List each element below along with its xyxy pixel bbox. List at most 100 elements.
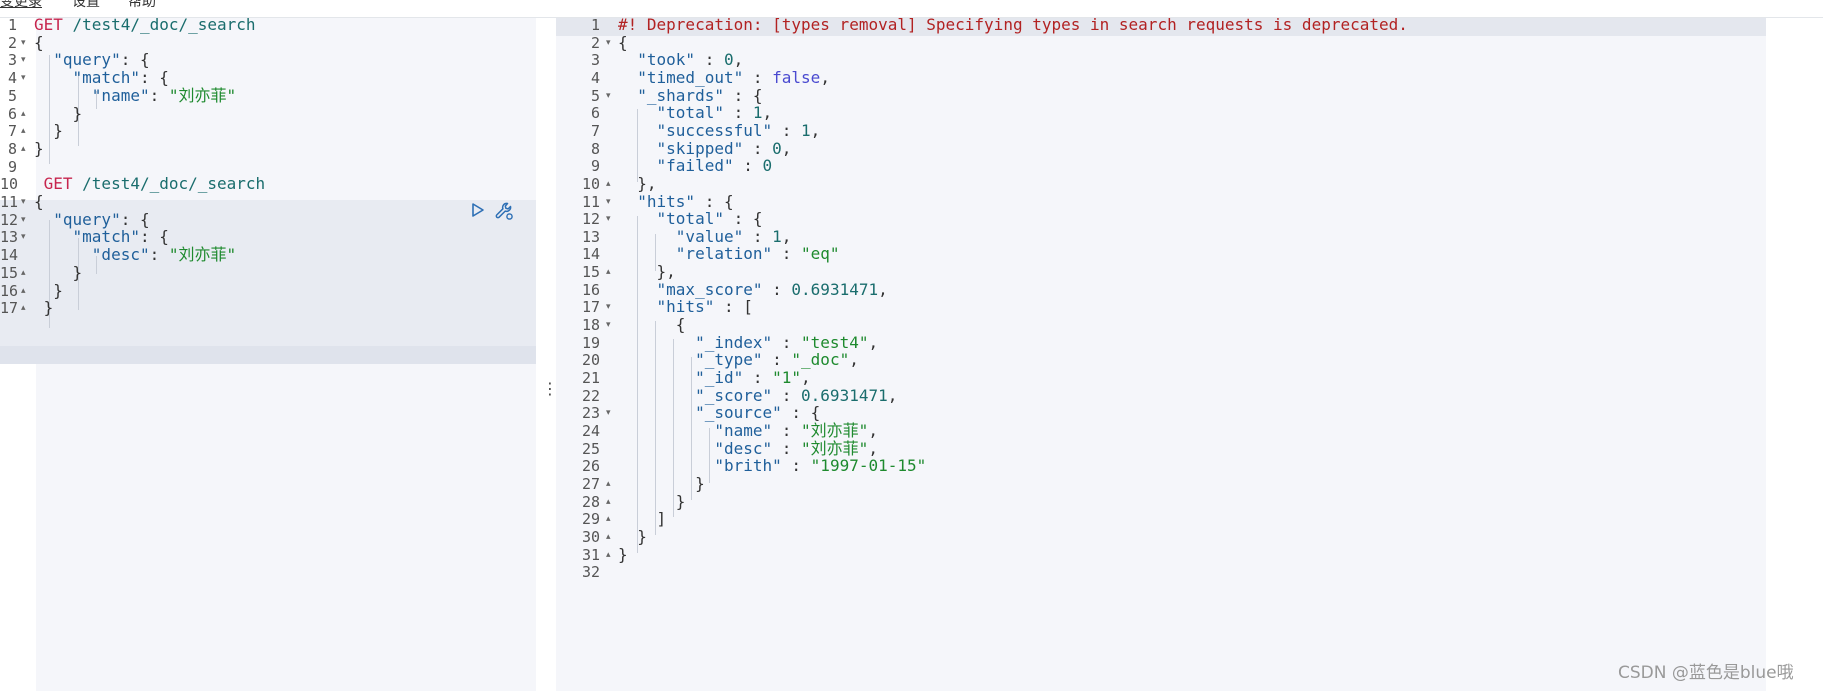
unfold-arrow-icon[interactable]: ▴ bbox=[21, 298, 26, 318]
code-token: "_source" bbox=[695, 403, 782, 423]
request-editor[interactable]: 1 GET /test4/_doc/_search 2 ▾{3 ▾ "query": {… bbox=[0, 15, 536, 691]
code-token: 0 bbox=[723, 50, 734, 70]
pane-splitter[interactable]: ⋮ bbox=[536, 18, 558, 691]
code-token: "skipped" bbox=[656, 138, 744, 158]
code-token: , bbox=[801, 368, 811, 387]
code-token: "brith" bbox=[714, 456, 782, 476]
code-token: : bbox=[772, 438, 802, 458]
code-token: GET bbox=[34, 15, 63, 34]
code-token: "hits" bbox=[656, 297, 715, 317]
code-token: : { bbox=[139, 68, 169, 88]
line-number: 17 bbox=[0, 299, 19, 318]
code-token: : bbox=[772, 120, 802, 140]
code-token: "1997-01-15" bbox=[810, 456, 927, 476]
code-token: } bbox=[34, 298, 54, 318]
code-token: , bbox=[781, 226, 792, 246]
code-token: } bbox=[618, 544, 628, 564]
code-token: "desc" bbox=[714, 438, 773, 458]
code-token: : bbox=[772, 385, 802, 405]
code-token: "max_score" bbox=[656, 279, 763, 299]
code-token: , bbox=[733, 50, 744, 70]
code-token: : bbox=[772, 332, 802, 352]
fold-arrow-icon[interactable]: ▾ bbox=[606, 209, 611, 229]
menu-item-help[interactable]: 帮助 bbox=[128, 0, 156, 11]
code-token: "total" bbox=[656, 103, 724, 123]
code-token: "_type" bbox=[695, 350, 763, 370]
code-token: }, bbox=[618, 262, 676, 282]
unfold-arrow-icon[interactable]: ▴ bbox=[606, 545, 611, 565]
unfold-arrow-icon[interactable]: ▴ bbox=[21, 139, 26, 159]
response-scrollbar-area[interactable] bbox=[1766, 18, 1823, 691]
code-token: "query" bbox=[53, 50, 121, 70]
code-token: "刘亦菲" bbox=[801, 438, 869, 458]
code-token: ] bbox=[618, 509, 667, 529]
wrench-icon[interactable] bbox=[494, 201, 514, 221]
menu-item-history[interactable]: 变更录 bbox=[0, 0, 42, 11]
code-token: { bbox=[618, 315, 686, 335]
code-token: 0.6931471 bbox=[791, 279, 879, 299]
code-line: } bbox=[618, 545, 628, 565]
play-icon[interactable] bbox=[470, 202, 486, 218]
code-token: : bbox=[149, 85, 169, 105]
code-line: } bbox=[34, 139, 44, 159]
code-token: 0 bbox=[772, 138, 782, 158]
fold-arrow-icon[interactable]: ▾ bbox=[606, 315, 611, 335]
code-token: "relation" bbox=[675, 244, 773, 264]
vertical-ellipsis-icon[interactable]: ⋮ bbox=[542, 381, 558, 397]
code-token: : bbox=[743, 226, 773, 246]
code-token: "_index" bbox=[695, 332, 773, 352]
fold-arrow-icon[interactable]: ▾ bbox=[606, 86, 611, 106]
code-token: "desc" bbox=[91, 245, 150, 265]
menu-item-settings[interactable]: 设置 bbox=[72, 0, 100, 11]
code-token: 0 bbox=[762, 156, 773, 176]
unfold-arrow-icon[interactable]: ▴ bbox=[606, 262, 611, 282]
code-token: : bbox=[733, 156, 763, 176]
code-token: } bbox=[34, 121, 63, 141]
code-token: : bbox=[743, 67, 773, 87]
code-token: "hits" bbox=[637, 191, 696, 211]
response-viewer[interactable]: 1 #! Deprecation: [types removal] Specify… bbox=[556, 15, 1823, 691]
code-token: : bbox=[772, 420, 802, 440]
code-token: , bbox=[820, 67, 830, 87]
code-token: : bbox=[762, 279, 792, 299]
code-token: , bbox=[849, 350, 859, 370]
code-token: /test4/_doc/_search bbox=[62, 15, 256, 34]
code-token: } bbox=[618, 526, 647, 546]
code-token: "match" bbox=[72, 68, 140, 88]
fold-arrow-icon[interactable]: ▾ bbox=[21, 227, 26, 247]
code-token: , bbox=[810, 120, 821, 140]
fold-arrow-icon[interactable]: ▾ bbox=[606, 33, 611, 53]
code-token: "took" bbox=[637, 50, 696, 70]
code-token: false bbox=[772, 67, 821, 87]
code-token: : { bbox=[120, 209, 150, 229]
code-token: : [ bbox=[714, 297, 753, 317]
code-token: "1" bbox=[772, 368, 802, 387]
fold-arrow-icon[interactable]: ▾ bbox=[21, 68, 26, 88]
code-token: : bbox=[743, 368, 773, 387]
code-token: "match" bbox=[72, 227, 140, 247]
code-token: : { bbox=[723, 85, 763, 105]
code-token: : bbox=[723, 103, 753, 123]
code-token: , bbox=[868, 438, 878, 458]
code-token: { bbox=[618, 32, 628, 52]
code-token: "_score" bbox=[695, 385, 773, 405]
fold-arrow-icon[interactable]: ▾ bbox=[606, 403, 611, 423]
code-token: "timed_out" bbox=[637, 67, 744, 87]
